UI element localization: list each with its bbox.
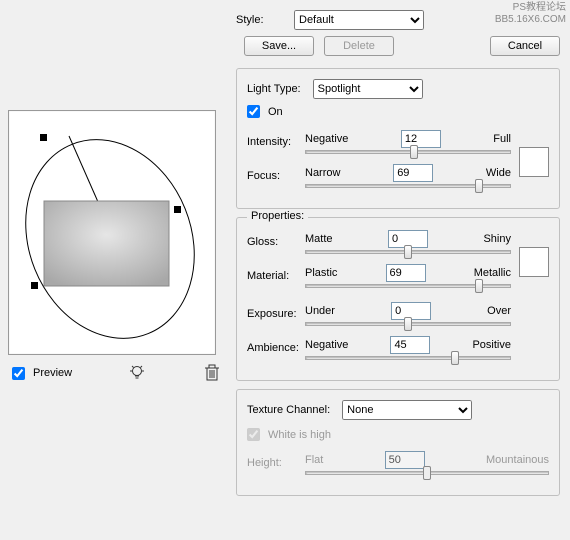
style-select[interactable]: Default xyxy=(294,10,424,30)
cancel-button[interactable]: Cancel xyxy=(490,36,560,56)
focus-right: Wide xyxy=(486,167,511,179)
on-checkbox-input[interactable] xyxy=(247,105,260,118)
white-high-label: White is high xyxy=(268,429,331,441)
preview-checkbox[interactable]: Preview xyxy=(12,367,72,380)
light-type-select[interactable]: Spotlight xyxy=(313,79,423,99)
focus-left: Narrow xyxy=(305,167,340,179)
focus-value[interactable] xyxy=(393,164,433,182)
gloss-left: Matte xyxy=(305,233,333,245)
focus-slider[interactable] xyxy=(305,184,511,188)
material-label: Material: xyxy=(247,270,305,282)
white-high-input xyxy=(247,428,260,441)
light-type-group: Light Type: Spotlight On Intensity: Nega… xyxy=(236,68,560,209)
exposure-left: Under xyxy=(305,305,335,317)
lightbulb-icon[interactable] xyxy=(127,363,147,383)
on-checkbox[interactable]: On xyxy=(247,105,283,118)
properties-title: Properties: xyxy=(247,210,308,222)
intensity-right: Full xyxy=(493,133,511,145)
exposure-slider[interactable] xyxy=(305,322,511,326)
preview-label: Preview xyxy=(33,367,72,379)
spotlight-ellipse[interactable] xyxy=(9,111,217,356)
ambience-label: Ambience: xyxy=(247,342,305,354)
gloss-right: Shiny xyxy=(483,233,511,245)
exposure-label: Exposure: xyxy=(247,308,305,320)
gloss-slider-group: Gloss: Matte Shiny xyxy=(247,230,511,254)
height-value xyxy=(385,451,425,469)
intensity-slider-group: Intensity: Negative Full xyxy=(247,130,511,154)
height-slider-group: Height: Flat Mountainous xyxy=(247,451,549,475)
on-label: On xyxy=(268,106,283,118)
height-left: Flat xyxy=(305,454,323,466)
white-high-checkbox: White is high xyxy=(247,428,331,441)
ambience-thumb[interactable] xyxy=(451,351,459,365)
ambience-slider-group: Ambience: Negative Positive xyxy=(247,336,549,360)
material-right: Metallic xyxy=(474,267,511,279)
intensity-label: Intensity: xyxy=(247,136,305,148)
texture-channel-select[interactable]: None xyxy=(342,400,472,420)
height-slider xyxy=(305,471,549,475)
gloss-thumb[interactable] xyxy=(404,245,412,259)
ambience-left: Negative xyxy=(305,339,348,351)
material-slider-group: Material: Plastic Metallic xyxy=(247,264,511,288)
texture-group: Texture Channel: None White is high Heig… xyxy=(236,389,560,496)
intensity-thumb[interactable] xyxy=(410,145,418,159)
trash-icon[interactable] xyxy=(202,363,222,383)
gloss-slider[interactable] xyxy=(305,250,511,254)
material-left: Plastic xyxy=(305,267,337,279)
style-label: Style: xyxy=(236,14,288,26)
ambience-value[interactable] xyxy=(390,336,430,354)
height-thumb xyxy=(423,466,431,480)
ambience-right: Positive xyxy=(472,339,511,351)
ambient-color-swatch[interactable] xyxy=(519,247,549,277)
preview-checkbox-input[interactable] xyxy=(12,367,25,380)
material-slider[interactable] xyxy=(305,284,511,288)
lighting-preview-canvas[interactable] xyxy=(8,110,216,355)
focus-slider-group: Focus: Narrow Wide xyxy=(247,164,511,188)
intensity-value[interactable] xyxy=(401,130,441,148)
focus-thumb[interactable] xyxy=(475,179,483,193)
delete-button: Delete xyxy=(324,36,394,56)
light-color-swatch[interactable] xyxy=(519,147,549,177)
intensity-left: Negative xyxy=(305,133,348,145)
exposure-slider-group: Exposure: Under Over xyxy=(247,302,549,326)
height-label: Height: xyxy=(247,457,305,469)
material-thumb[interactable] xyxy=(475,279,483,293)
texture-channel-label: Texture Channel: xyxy=(247,404,330,416)
gloss-label: Gloss: xyxy=(247,236,305,248)
focus-label: Focus: xyxy=(247,170,305,182)
exposure-thumb[interactable] xyxy=(404,317,412,331)
material-value[interactable] xyxy=(386,264,426,282)
save-button[interactable]: Save... xyxy=(244,36,314,56)
ambience-slider[interactable] xyxy=(305,356,511,360)
exposure-right: Over xyxy=(487,305,511,317)
intensity-slider[interactable] xyxy=(305,150,511,154)
height-right: Mountainous xyxy=(486,454,549,466)
properties-group: Properties: Gloss: Matte Shiny xyxy=(236,217,560,381)
light-type-label: Light Type: xyxy=(247,83,301,95)
